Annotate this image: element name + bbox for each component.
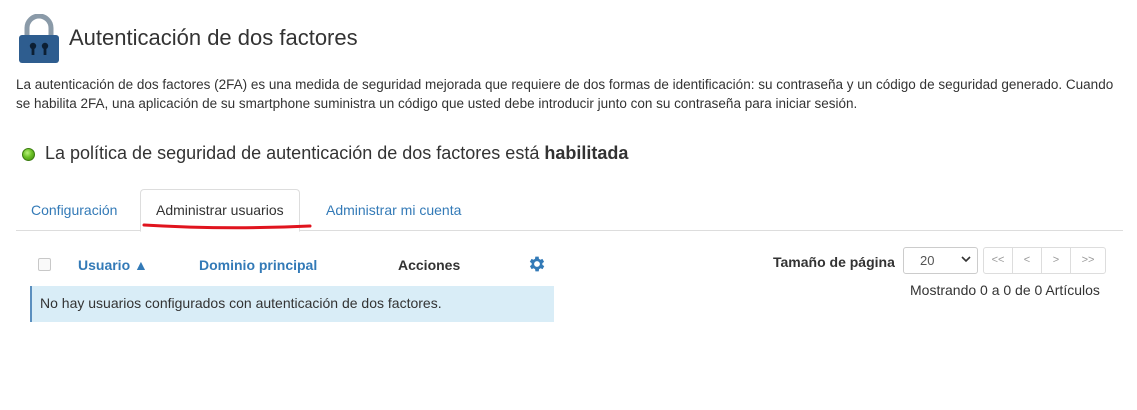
page-size-label: Tamaño de página: [773, 254, 895, 270]
tab-configuracion[interactable]: Configuración: [16, 189, 132, 231]
gear-icon[interactable]: [527, 254, 547, 274]
select-all-checkbox[interactable]: [38, 258, 51, 271]
policy-status: La política de seguridad de autenticació…: [22, 143, 628, 164]
results-count: Mostrando 0 a 0 de 0 Artículos: [910, 282, 1100, 298]
page-size-select[interactable]: 20: [903, 247, 978, 274]
next-page-button[interactable]: >: [1041, 247, 1071, 274]
first-page-button[interactable]: <<: [983, 247, 1013, 274]
prev-page-button[interactable]: <: [1012, 247, 1042, 274]
tab-administrar-mi-cuenta[interactable]: Administrar mi cuenta: [311, 189, 476, 231]
column-header-dominio[interactable]: Dominio principal: [199, 257, 317, 273]
page-header: [18, 14, 60, 64]
policy-status-value: habilitada: [544, 143, 629, 163]
annotation-underline: [142, 223, 312, 230]
page-size-value: 20: [920, 253, 935, 268]
page-title: Autenticación de dos factores: [69, 25, 358, 50]
empty-table-message: No hay usuarios configurados con autenti…: [30, 286, 554, 322]
table-header: Usuario ▲ Dominio principal Acciones: [30, 250, 554, 280]
last-page-button[interactable]: >>: [1070, 247, 1106, 274]
pagination-buttons: << < > >>: [983, 247, 1106, 274]
page-description: La autenticación de dos factores (2FA) e…: [16, 77, 1114, 111]
policy-text: La política de seguridad de autenticació…: [45, 143, 540, 163]
column-header-acciones: Acciones: [398, 257, 461, 273]
chevron-down-icon: [961, 256, 971, 263]
status-indicator-icon: [22, 147, 35, 161]
lock-icon: [19, 14, 59, 63]
column-header-usuario[interactable]: Usuario ▲: [78, 257, 148, 273]
